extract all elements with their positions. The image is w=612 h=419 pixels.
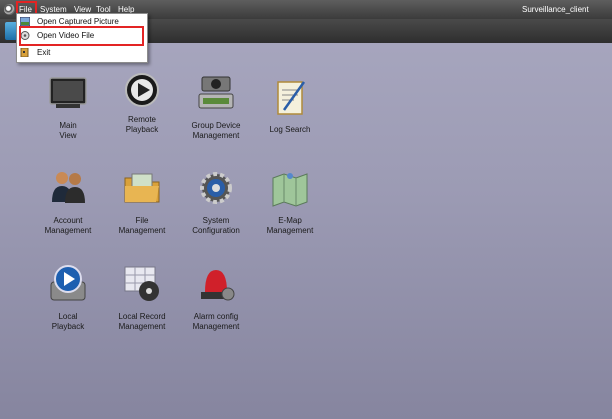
tile-label: Management [192,322,240,331]
file-dropdown-menu: Open Captured Picture Open Video File Ex… [16,13,148,63]
group-device-icon [198,76,234,109]
tile-label: E-Map [278,216,302,225]
exit-icon [20,48,29,57]
menu-item-label: Exit [37,48,51,57]
tile-label: Management [266,226,314,235]
map-icon [272,173,308,207]
menu-item-label: Open Captured Picture [37,17,119,26]
users-icon [52,172,85,203]
local-record-icon [124,266,159,301]
log-search-icon [277,81,306,115]
alarm-icon [201,270,235,301]
app-logo-icon [4,4,15,15]
folder-icon [124,173,160,203]
open-video-file-highlight [19,26,144,46]
tile-label: Log Search [269,125,311,134]
tile-label: Alarm config [193,312,239,321]
picture-icon [20,17,30,26]
window-title: Surveillance_client [522,5,589,14]
remote-playback-icon [125,73,159,107]
gear-icon [200,172,232,204]
menu-item-exit[interactable]: Exit [17,46,147,59]
monitor-icon [49,77,87,108]
local-playback-icon [50,265,86,301]
